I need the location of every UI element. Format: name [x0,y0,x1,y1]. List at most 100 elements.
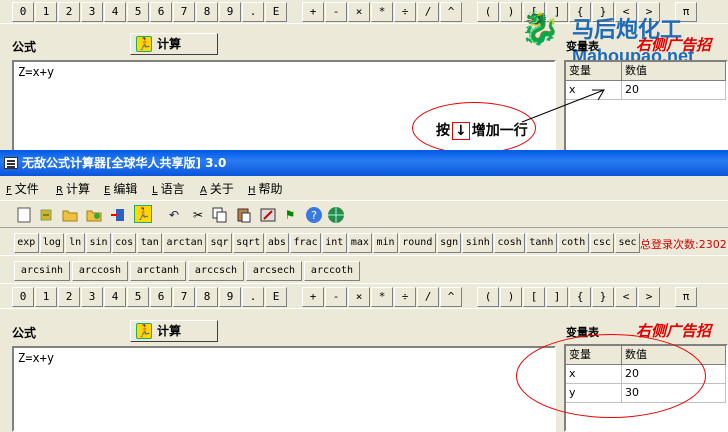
keypad-top-key[interactable]: 0 [12,2,34,22]
help-icon[interactable]: ? [304,205,324,225]
function-button[interactable]: sqrt [232,233,264,253]
function-button[interactable]: sinh [462,233,494,253]
folder-icon[interactable] [60,205,80,225]
function-button[interactable]: min [373,233,398,253]
function-button[interactable]: arccsch [188,261,244,281]
keypad-top-key[interactable]: ÷ [394,2,416,22]
var-value-cell[interactable]: 20 [622,81,726,100]
open-icon[interactable] [36,205,56,225]
keypad-top-key[interactable]: + [302,2,324,22]
function-button[interactable]: tan [137,233,162,253]
function-button[interactable]: arccoth [304,261,360,281]
keypad-top-key[interactable]: E [265,2,287,22]
keypad-key[interactable]: 9 [219,287,241,307]
function-button[interactable]: round [398,233,436,253]
menu-file[interactable]: F 文件 [6,180,39,197]
keypad-top-key[interactable]: × [348,2,370,22]
new-file-icon[interactable] [14,205,34,225]
function-button[interactable]: frac [290,233,321,253]
function-button[interactable]: coth [557,233,589,253]
keypad-key[interactable]: × [348,287,370,307]
keypad-top-key[interactable]: / [417,2,439,22]
formula-input[interactable]: Z=x+y [12,346,556,432]
keypad-top-key[interactable]: ) [500,2,522,22]
keypad-top-key[interactable]: * [371,2,393,22]
function-button[interactable]: log [39,233,65,253]
function-button[interactable]: arcsech [246,261,302,281]
calc-button[interactable]: 🏃 计算 [130,320,218,342]
keypad-key[interactable]: ÷ [394,287,416,307]
keypad-key[interactable]: 8 [196,287,218,307]
function-button[interactable]: sgn [436,233,462,253]
keypad-key[interactable]: 4 [104,287,126,307]
paste-icon[interactable] [234,205,254,225]
keypad-top-key[interactable]: . [242,2,264,22]
keypad-key[interactable]: E [265,287,287,307]
keypad-key[interactable]: ) [500,287,522,307]
function-button[interactable]: arccosh [72,261,128,281]
open-folder-icon[interactable] [84,205,104,225]
keypad-top-key[interactable]: 2 [58,2,80,22]
keypad-key[interactable]: 7 [173,287,195,307]
keypad-key[interactable]: { [569,287,591,307]
keypad-key[interactable]: + [302,287,324,307]
keypad-key[interactable]: / [417,287,439,307]
function-button[interactable]: cos [111,233,137,253]
function-button[interactable]: cosh [494,233,525,253]
function-button[interactable]: max [347,233,373,253]
keypad-key[interactable]: 3 [81,287,103,307]
tools-icon[interactable] [258,205,278,225]
keypad-top-key[interactable]: 4 [104,2,126,22]
keypad-key[interactable]: 5 [127,287,149,307]
menu-help[interactable]: H 帮助 [248,180,283,197]
menu-about[interactable]: A 关于 [200,180,234,197]
function-button[interactable]: abs [264,233,290,253]
window-titlebar[interactable]: 无敌公式计算器[全球华人共享版] 3.0 [0,150,728,176]
globe-icon[interactable] [326,205,346,225]
keypad-key[interactable]: - [325,287,347,307]
keypad-top-key[interactable]: 3 [81,2,103,22]
keypad-top-key[interactable]: ^ [440,2,462,22]
flag-icon[interactable]: ⚑ [280,205,300,225]
cut-icon[interactable]: ✂ [188,205,208,225]
keypad-key[interactable]: ] [546,287,568,307]
keypad-key[interactable]: ( [477,287,499,307]
keypad-key[interactable]: . [242,287,264,307]
keypad-top-key[interactable]: 9 [219,2,241,22]
function-button[interactable]: sin [86,233,111,253]
function-button[interactable]: exp [14,233,39,253]
keypad-top-key[interactable]: ( [477,2,499,22]
keypad-key[interactable]: 1 [35,287,57,307]
menu-calc[interactable]: R 计算 [56,180,90,197]
function-button[interactable]: csc [589,233,615,253]
function-button[interactable]: int [322,233,347,253]
keypad-key[interactable]: [ [523,287,545,307]
function-button[interactable]: sqr [207,233,232,253]
function-button[interactable]: arctanh [130,261,186,281]
run-icon[interactable]: 🏃 [134,205,152,223]
menu-edit[interactable]: E 编辑 [104,180,137,197]
keypad-top-key[interactable]: 6 [150,2,172,22]
undo-icon[interactable]: ↶ [164,205,184,225]
keypad-key[interactable]: } [592,287,614,307]
keypad-key[interactable]: < [615,287,637,307]
keypad-key[interactable]: 6 [150,287,172,307]
keypad-top-key[interactable]: 5 [127,2,149,22]
function-button[interactable]: ln [65,233,86,253]
exit-icon[interactable] [108,205,128,225]
function-button[interactable]: tanh [526,233,557,253]
copy-icon[interactable] [210,205,230,225]
keypad-top-key[interactable]: 7 [173,2,195,22]
keypad-top-key[interactable]: 1 [35,2,57,22]
keypad-key[interactable]: * [371,287,393,307]
keypad-top-key[interactable]: - [325,2,347,22]
function-button[interactable]: arctan [163,233,207,253]
keypad-key[interactable]: 2 [58,287,80,307]
keypad-key[interactable]: 0 [12,287,34,307]
keypad-key[interactable]: > [638,287,660,307]
menu-language[interactable]: L 语言 [152,180,185,197]
function-button[interactable]: arcsinh [14,261,70,281]
keypad-top-key[interactable]: 8 [196,2,218,22]
calc-button-top[interactable]: 🏃 计算 [130,33,218,55]
function-button[interactable]: sec [615,233,640,253]
